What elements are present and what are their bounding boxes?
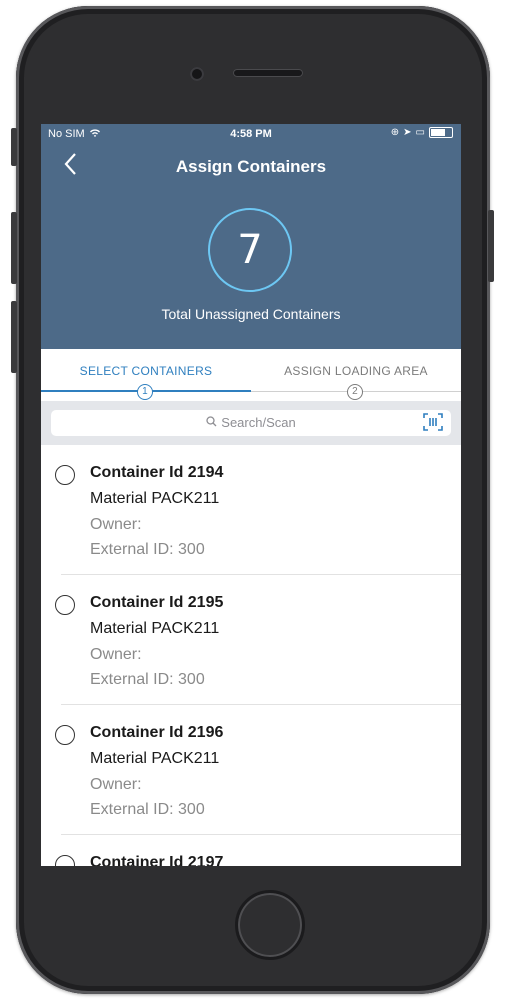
tab-label: ASSIGN LOADING AREA [284, 364, 428, 378]
select-radio[interactable] [55, 465, 75, 485]
search-icon [206, 415, 217, 430]
app-screen: No SIM 4:58 PM ⊕ ➤ ▭ Assign Containers 7… [41, 124, 461, 866]
container-id: Container Id 2196 [90, 724, 224, 741]
container-id: Container Id 2195 [90, 594, 224, 611]
volume-up-button [11, 212, 17, 284]
search-input[interactable]: Search/Scan [51, 410, 451, 436]
unassigned-count: 7 [237, 227, 263, 273]
container-owner: Owner: [90, 516, 142, 533]
status-right: ⊕ ➤ ▭ [391, 127, 453, 138]
list-item[interactable]: Container Id 2195 Material PACK211 Owner… [41, 575, 461, 705]
power-button [488, 210, 494, 282]
status-bar: No SIM 4:58 PM ⊕ ➤ ▭ [41, 124, 461, 144]
screen-mirroring-icon: ▭ [415, 127, 425, 138]
barcode-scan-icon[interactable] [423, 413, 443, 434]
header: No SIM 4:58 PM ⊕ ➤ ▭ Assign Containers 7… [41, 124, 461, 349]
container-external-id: External ID: 300 [90, 671, 205, 688]
container-material: Material PACK211 [90, 750, 220, 767]
step-number-badge: 1 [137, 384, 153, 400]
step-tabs: SELECT CONTAINERS 1 ASSIGN LOADING AREA … [41, 349, 461, 401]
step-number-badge: 2 [347, 384, 363, 400]
list-item[interactable]: Container Id 2196 Material PACK211 Owner… [41, 705, 461, 835]
container-material: Material PACK211 [90, 620, 220, 637]
container-owner: Owner: [90, 646, 142, 663]
select-radio[interactable] [55, 725, 75, 745]
container-material: Material PACK211 [90, 490, 220, 507]
tab-select-containers[interactable]: SELECT CONTAINERS 1 [41, 349, 251, 401]
list-item[interactable]: Container Id 2197 [41, 835, 461, 866]
battery-icon [429, 127, 453, 138]
container-external-id: External ID: 300 [90, 541, 205, 558]
camera-icon [190, 67, 204, 81]
location-icon: ➤ [403, 127, 412, 138]
search-placeholder: Search/Scan [221, 415, 296, 430]
tab-assign-loading-area[interactable]: ASSIGN LOADING AREA 2 [251, 349, 461, 401]
page-title: Assign Containers [175, 157, 327, 176]
mute-switch [11, 128, 17, 166]
list-item[interactable]: Container Id 2194 Material PACK211 Owner… [41, 445, 461, 575]
search-bar: Search/Scan [41, 401, 461, 445]
select-radio[interactable] [55, 855, 75, 866]
container-external-id: External ID: 300 [90, 801, 205, 818]
container-id: Container Id 2194 [90, 464, 224, 481]
container-owner: Owner: [90, 776, 142, 793]
container-id: Container Id 2197 [90, 854, 224, 866]
speaker-grille [233, 69, 303, 77]
unassigned-count-circle: 7 [208, 208, 292, 292]
tab-label: SELECT CONTAINERS [79, 364, 213, 378]
home-button[interactable] [235, 890, 305, 960]
unassigned-count-label: Total Unassigned Containers [161, 306, 341, 322]
orientation-lock-icon: ⊕ [390, 127, 400, 138]
volume-down-button [11, 301, 17, 373]
container-list: Container Id 2194 Material PACK211 Owner… [41, 445, 461, 866]
select-radio[interactable] [55, 595, 75, 615]
search-placeholder-wrap: Search/Scan [51, 415, 451, 430]
